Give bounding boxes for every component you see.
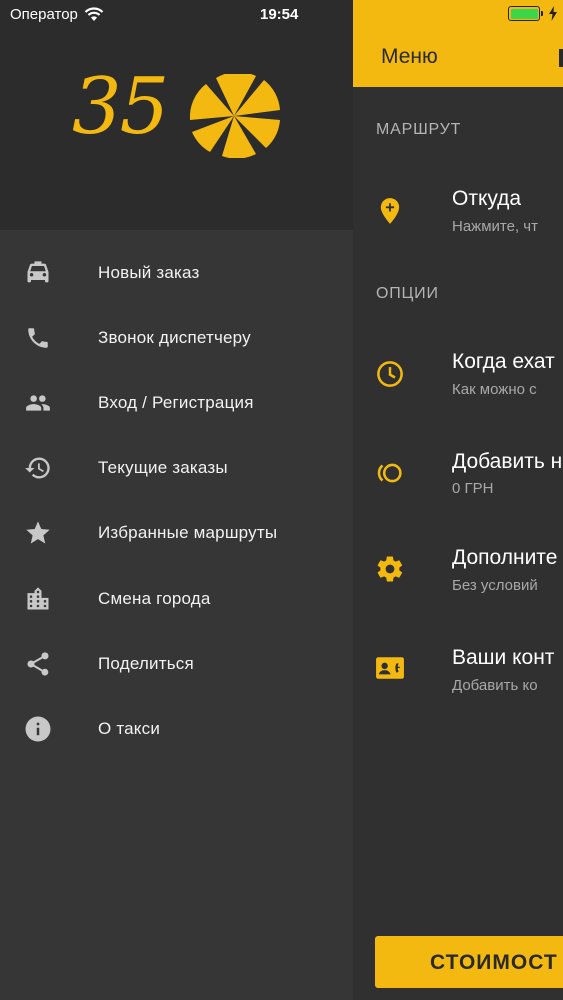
- price-button[interactable]: СТОИМОСТ: [375, 936, 563, 988]
- price-button-label: СТОИМОСТ: [430, 951, 558, 974]
- menu-item-label: Новый заказ: [98, 262, 200, 282]
- logo-flower-icon: [189, 74, 280, 158]
- navigation-drawer: 35 Новый заказ Звонок диспетчеру Вход / …: [0, 0, 353, 1000]
- wifi-icon: [84, 7, 104, 21]
- menu-item-label: Вход / Регистрация: [98, 392, 254, 412]
- menu-item-login[interactable]: Вход / Регистрация: [0, 370, 353, 435]
- extra-options-row[interactable]: Дополните Без условий: [353, 543, 563, 603]
- menu-item-label: Избранные маршруты: [98, 523, 278, 543]
- contacts-title: Ваши конт: [452, 646, 555, 669]
- from-address-row[interactable]: Откуда Нажмите, чт: [353, 184, 563, 244]
- menu-item-label: Текущие заказы: [98, 458, 228, 478]
- battery-icon: [508, 6, 543, 21]
- share-icon: [22, 648, 54, 680]
- menu-item-call-dispatcher[interactable]: Звонок диспетчеру: [0, 305, 353, 370]
- add-tip-row[interactable]: Добавить н 0 ГРН: [353, 446, 563, 506]
- from-title: Откуда: [452, 187, 522, 210]
- gear-icon: [375, 554, 405, 584]
- menu-item-about[interactable]: О такси: [0, 696, 353, 761]
- contacts-row[interactable]: Ваши конт Добавить ко: [353, 643, 563, 703]
- status-bar: Оператор 19:54: [0, 0, 563, 30]
- extra-subtitle: Без условий: [452, 577, 538, 594]
- menu-item-label: Звонок диспетчеру: [98, 327, 251, 347]
- people-icon: [22, 387, 54, 419]
- phone-icon: [22, 322, 54, 354]
- taxi-icon: [22, 257, 54, 289]
- menu-item-favorite-routes[interactable]: Избранные маршруты: [0, 501, 353, 566]
- coins-icon: [375, 458, 405, 488]
- charging-icon: [549, 6, 557, 21]
- add-subtitle: 0 ГРН: [452, 480, 494, 497]
- logo-number: 35: [72, 62, 169, 152]
- add-location-icon: [375, 196, 405, 226]
- extra-title: Дополните: [452, 546, 558, 569]
- menu-item-label: О такси: [98, 718, 161, 738]
- contacts-subtitle: Добавить ко: [452, 677, 538, 694]
- history-icon: [22, 452, 54, 484]
- info-icon: [22, 713, 54, 745]
- status-time: 19:54: [260, 6, 299, 23]
- main-panel: Меню МАРШРУТ Откуда Нажмите, чт ОПЦИИ Ко…: [353, 0, 563, 1000]
- clock-icon: [375, 359, 405, 389]
- menu-item-share[interactable]: Поделиться: [0, 631, 353, 696]
- when-title: Когда ехат: [452, 350, 555, 373]
- menu-button[interactable]: Меню: [381, 45, 438, 69]
- star-icon: [22, 517, 54, 549]
- carrier-label: Оператор: [10, 6, 78, 23]
- drawer-menu: Новый заказ Звонок диспетчеру Вход / Рег…: [0, 240, 353, 762]
- contact-card-icon: [375, 653, 405, 683]
- topbar-truncated-glyph: [559, 49, 563, 67]
- menu-item-current-orders[interactable]: Текущие заказы: [0, 436, 353, 501]
- city-icon: [22, 583, 54, 615]
- when-row[interactable]: Когда ехат Как можно с: [353, 346, 563, 406]
- add-title: Добавить н: [452, 450, 563, 473]
- status-battery-group: [508, 6, 558, 21]
- menu-item-new-order[interactable]: Новый заказ: [0, 240, 353, 305]
- menu-item-label: Поделиться: [98, 653, 194, 673]
- options-section-title: ОПЦИИ: [376, 285, 439, 302]
- menu-item-change-city[interactable]: Смена города: [0, 566, 353, 631]
- route-section-title: МАРШРУТ: [376, 121, 462, 138]
- from-subtitle: Нажмите, чт: [452, 218, 538, 235]
- status-carrier-group: Оператор: [10, 6, 104, 23]
- when-subtitle: Как можно с: [452, 381, 537, 398]
- drawer-header: 35: [0, 0, 353, 230]
- menu-item-label: Смена города: [98, 588, 211, 608]
